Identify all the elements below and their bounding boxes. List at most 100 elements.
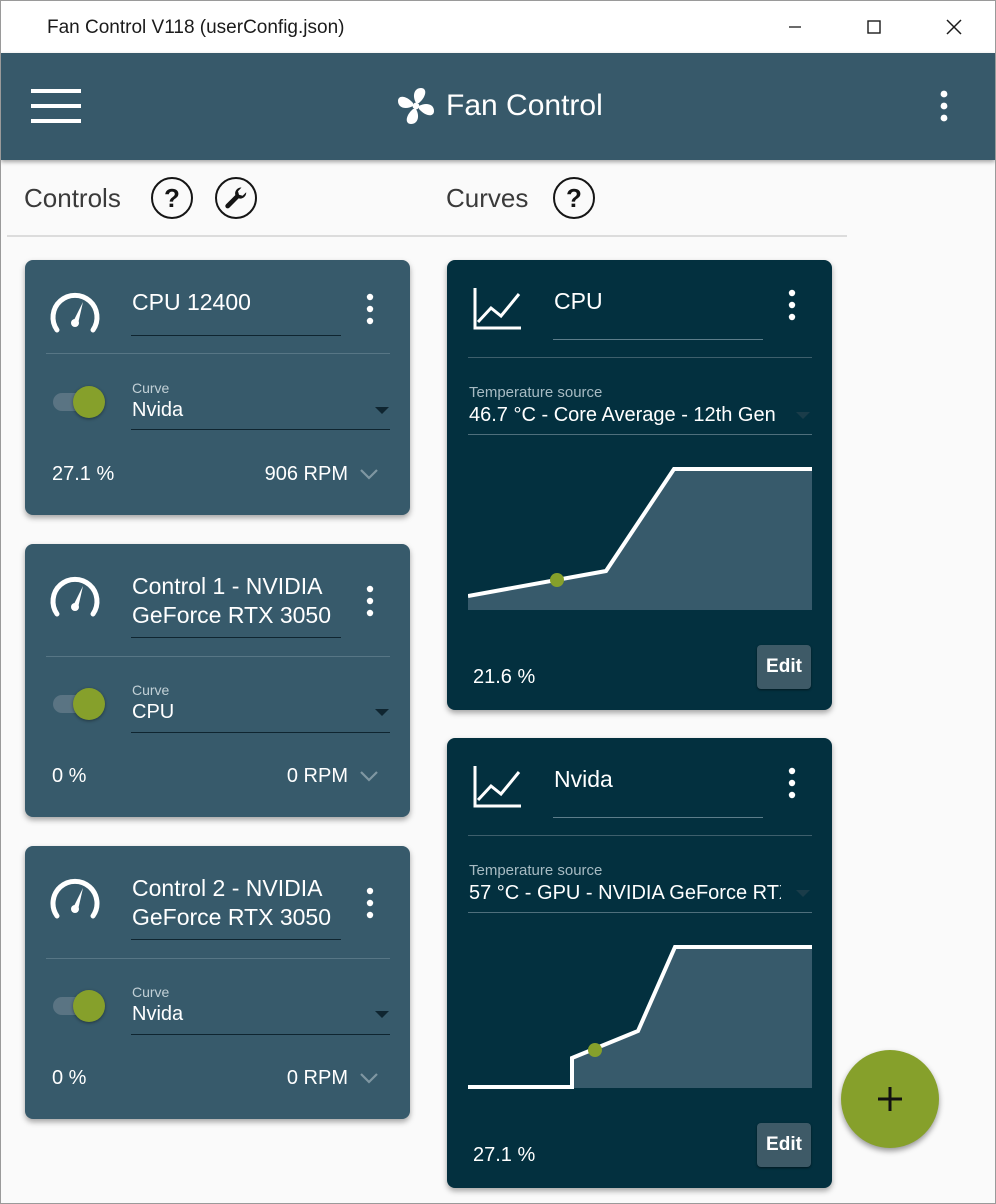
toggle-knob — [73, 990, 105, 1022]
card-separator — [46, 353, 390, 354]
temperature-source-label: Temperature source — [469, 862, 603, 879]
control-rpm: 0 RPM — [286, 1067, 348, 1089]
curve-current-point — [550, 573, 564, 587]
control-percent: 0 % — [52, 765, 87, 787]
curve-card-cpu: CPU Temperature source 46.7 °C - Core Av… — [447, 260, 832, 710]
control-name[interactable]: Control 2 - NVIDIA GeForce RTX 3050 — [132, 874, 340, 932]
name-underline — [131, 939, 341, 940]
curve-select[interactable]: Nvida — [132, 1003, 183, 1026]
temperature-underline — [468, 912, 812, 913]
curve-graph-fill — [468, 469, 812, 610]
chevron-down-icon[interactable] — [358, 467, 380, 481]
curve-name[interactable]: Nvida — [554, 766, 613, 793]
curve-underline — [131, 1034, 390, 1035]
name-underline — [131, 637, 341, 638]
dropdown-arrow-icon[interactable] — [796, 890, 810, 897]
temperature-source-label: Temperature source — [469, 384, 603, 401]
window-title: Fan Control V118 (userConfig.json) — [47, 17, 345, 38]
control-percent: 27.1 % — [52, 463, 115, 485]
maximize-icon — [867, 20, 881, 34]
dropdown-arrow-icon[interactable] — [375, 709, 389, 716]
temperature-source-select[interactable]: 46.7 °C - Core Average - 12th Gen — [469, 404, 781, 427]
more-vert-icon[interactable] — [784, 288, 800, 322]
more-vert-icon[interactable] — [362, 292, 378, 326]
control-name[interactable]: CPU 12400 — [132, 288, 340, 317]
control-percent: 0 % — [52, 1067, 87, 1089]
add-button[interactable] — [841, 1050, 939, 1148]
curve-label: Curve — [132, 682, 170, 698]
app-title-text: Fan Control — [446, 89, 603, 122]
plus-icon — [878, 1087, 902, 1111]
edit-curve-button[interactable]: Edit — [757, 1123, 811, 1167]
curve-graph — [468, 945, 812, 1089]
control-card-control-2: Control 2 - NVIDIA GeForce RTX 3050 Curv… — [25, 846, 410, 1119]
hamburger-menu-icon[interactable] — [31, 87, 81, 125]
app-window: Fan Control V118 (userConfig.json) Fan C… — [0, 0, 996, 1204]
maximize-button[interactable] — [834, 1, 914, 53]
more-vert-icon[interactable] — [362, 584, 378, 618]
dropdown-arrow-icon[interactable] — [375, 407, 389, 414]
fan-icon — [398, 88, 434, 124]
control-card-cpu-12400: CPU 12400 Curve Nvida 27.1 % 906 RPM — [25, 260, 410, 515]
curve-name[interactable]: CPU — [554, 288, 603, 315]
name-underline — [553, 339, 763, 340]
card-separator — [468, 835, 812, 836]
speedometer-icon — [50, 878, 100, 919]
name-underline — [131, 335, 341, 336]
dropdown-arrow-icon[interactable] — [796, 412, 810, 419]
enable-toggle[interactable] — [53, 989, 107, 1023]
more-vert-icon[interactable] — [362, 886, 378, 920]
curve-current-point — [588, 1043, 602, 1057]
more-vert-icon[interactable] — [931, 89, 957, 123]
close-button[interactable] — [914, 1, 994, 53]
enable-toggle[interactable] — [53, 385, 107, 419]
control-rpm: 0 RPM — [286, 765, 348, 787]
line-chart-icon — [473, 766, 521, 808]
curve-select[interactable]: Nvida — [132, 399, 183, 422]
card-separator — [46, 958, 390, 959]
curves-heading: Curves — [446, 183, 529, 213]
curve-percent: 21.6 % — [473, 666, 536, 688]
wrench-icon — [225, 187, 247, 209]
control-rpm: 906 RPM — [264, 463, 348, 485]
curve-percent: 27.1 % — [473, 1144, 536, 1166]
name-underline — [553, 817, 763, 818]
toggle-knob — [73, 386, 105, 418]
title-bar: Fan Control V118 (userConfig.json) — [1, 1, 995, 53]
dropdown-arrow-icon[interactable] — [375, 1011, 389, 1018]
minimize-icon — [789, 26, 801, 28]
card-separator — [46, 656, 390, 657]
speedometer-icon — [50, 292, 100, 333]
curve-underline — [131, 732, 390, 733]
card-separator — [468, 357, 812, 358]
toggle-knob — [73, 688, 105, 720]
curve-label: Curve — [132, 984, 170, 1000]
temperature-underline — [468, 434, 812, 435]
app-title: Fan Control — [396, 85, 603, 127]
control-card-control-1: Control 1 - NVIDIA GeForce RTX 3050 Curv… — [25, 544, 410, 817]
edit-curve-button[interactable]: Edit — [757, 645, 811, 689]
speedometer-icon — [50, 576, 100, 617]
section-divider — [7, 235, 847, 237]
curve-label: Curve — [132, 380, 170, 396]
chevron-down-icon[interactable] — [358, 1071, 380, 1085]
more-vert-icon[interactable] — [784, 766, 800, 800]
control-name[interactable]: Control 1 - NVIDIA GeForce RTX 3050 — [132, 572, 340, 630]
close-icon — [946, 19, 962, 35]
help-icon: ? — [164, 183, 180, 213]
controls-help-button[interactable]: ? — [151, 177, 193, 219]
controls-heading: Controls — [24, 183, 121, 213]
app-header: Fan Control — [1, 53, 995, 160]
curve-graph — [468, 467, 812, 610]
curve-select[interactable]: CPU — [132, 701, 174, 724]
curve-underline — [131, 429, 390, 430]
enable-toggle[interactable] — [53, 687, 107, 721]
temperature-source-select[interactable]: 57 °C - GPU - NVIDIA GeForce RTX 3050 — [469, 882, 781, 905]
curves-help-button[interactable]: ? — [553, 177, 595, 219]
curve-card-nvida: Nvida Temperature source 57 °C - GPU - N… — [447, 738, 832, 1188]
curve-graph-fill — [572, 947, 812, 1088]
help-icon: ? — [566, 183, 582, 213]
controls-tools-button[interactable] — [215, 177, 257, 219]
chevron-down-icon[interactable] — [358, 769, 380, 783]
minimize-button[interactable] — [755, 1, 835, 53]
